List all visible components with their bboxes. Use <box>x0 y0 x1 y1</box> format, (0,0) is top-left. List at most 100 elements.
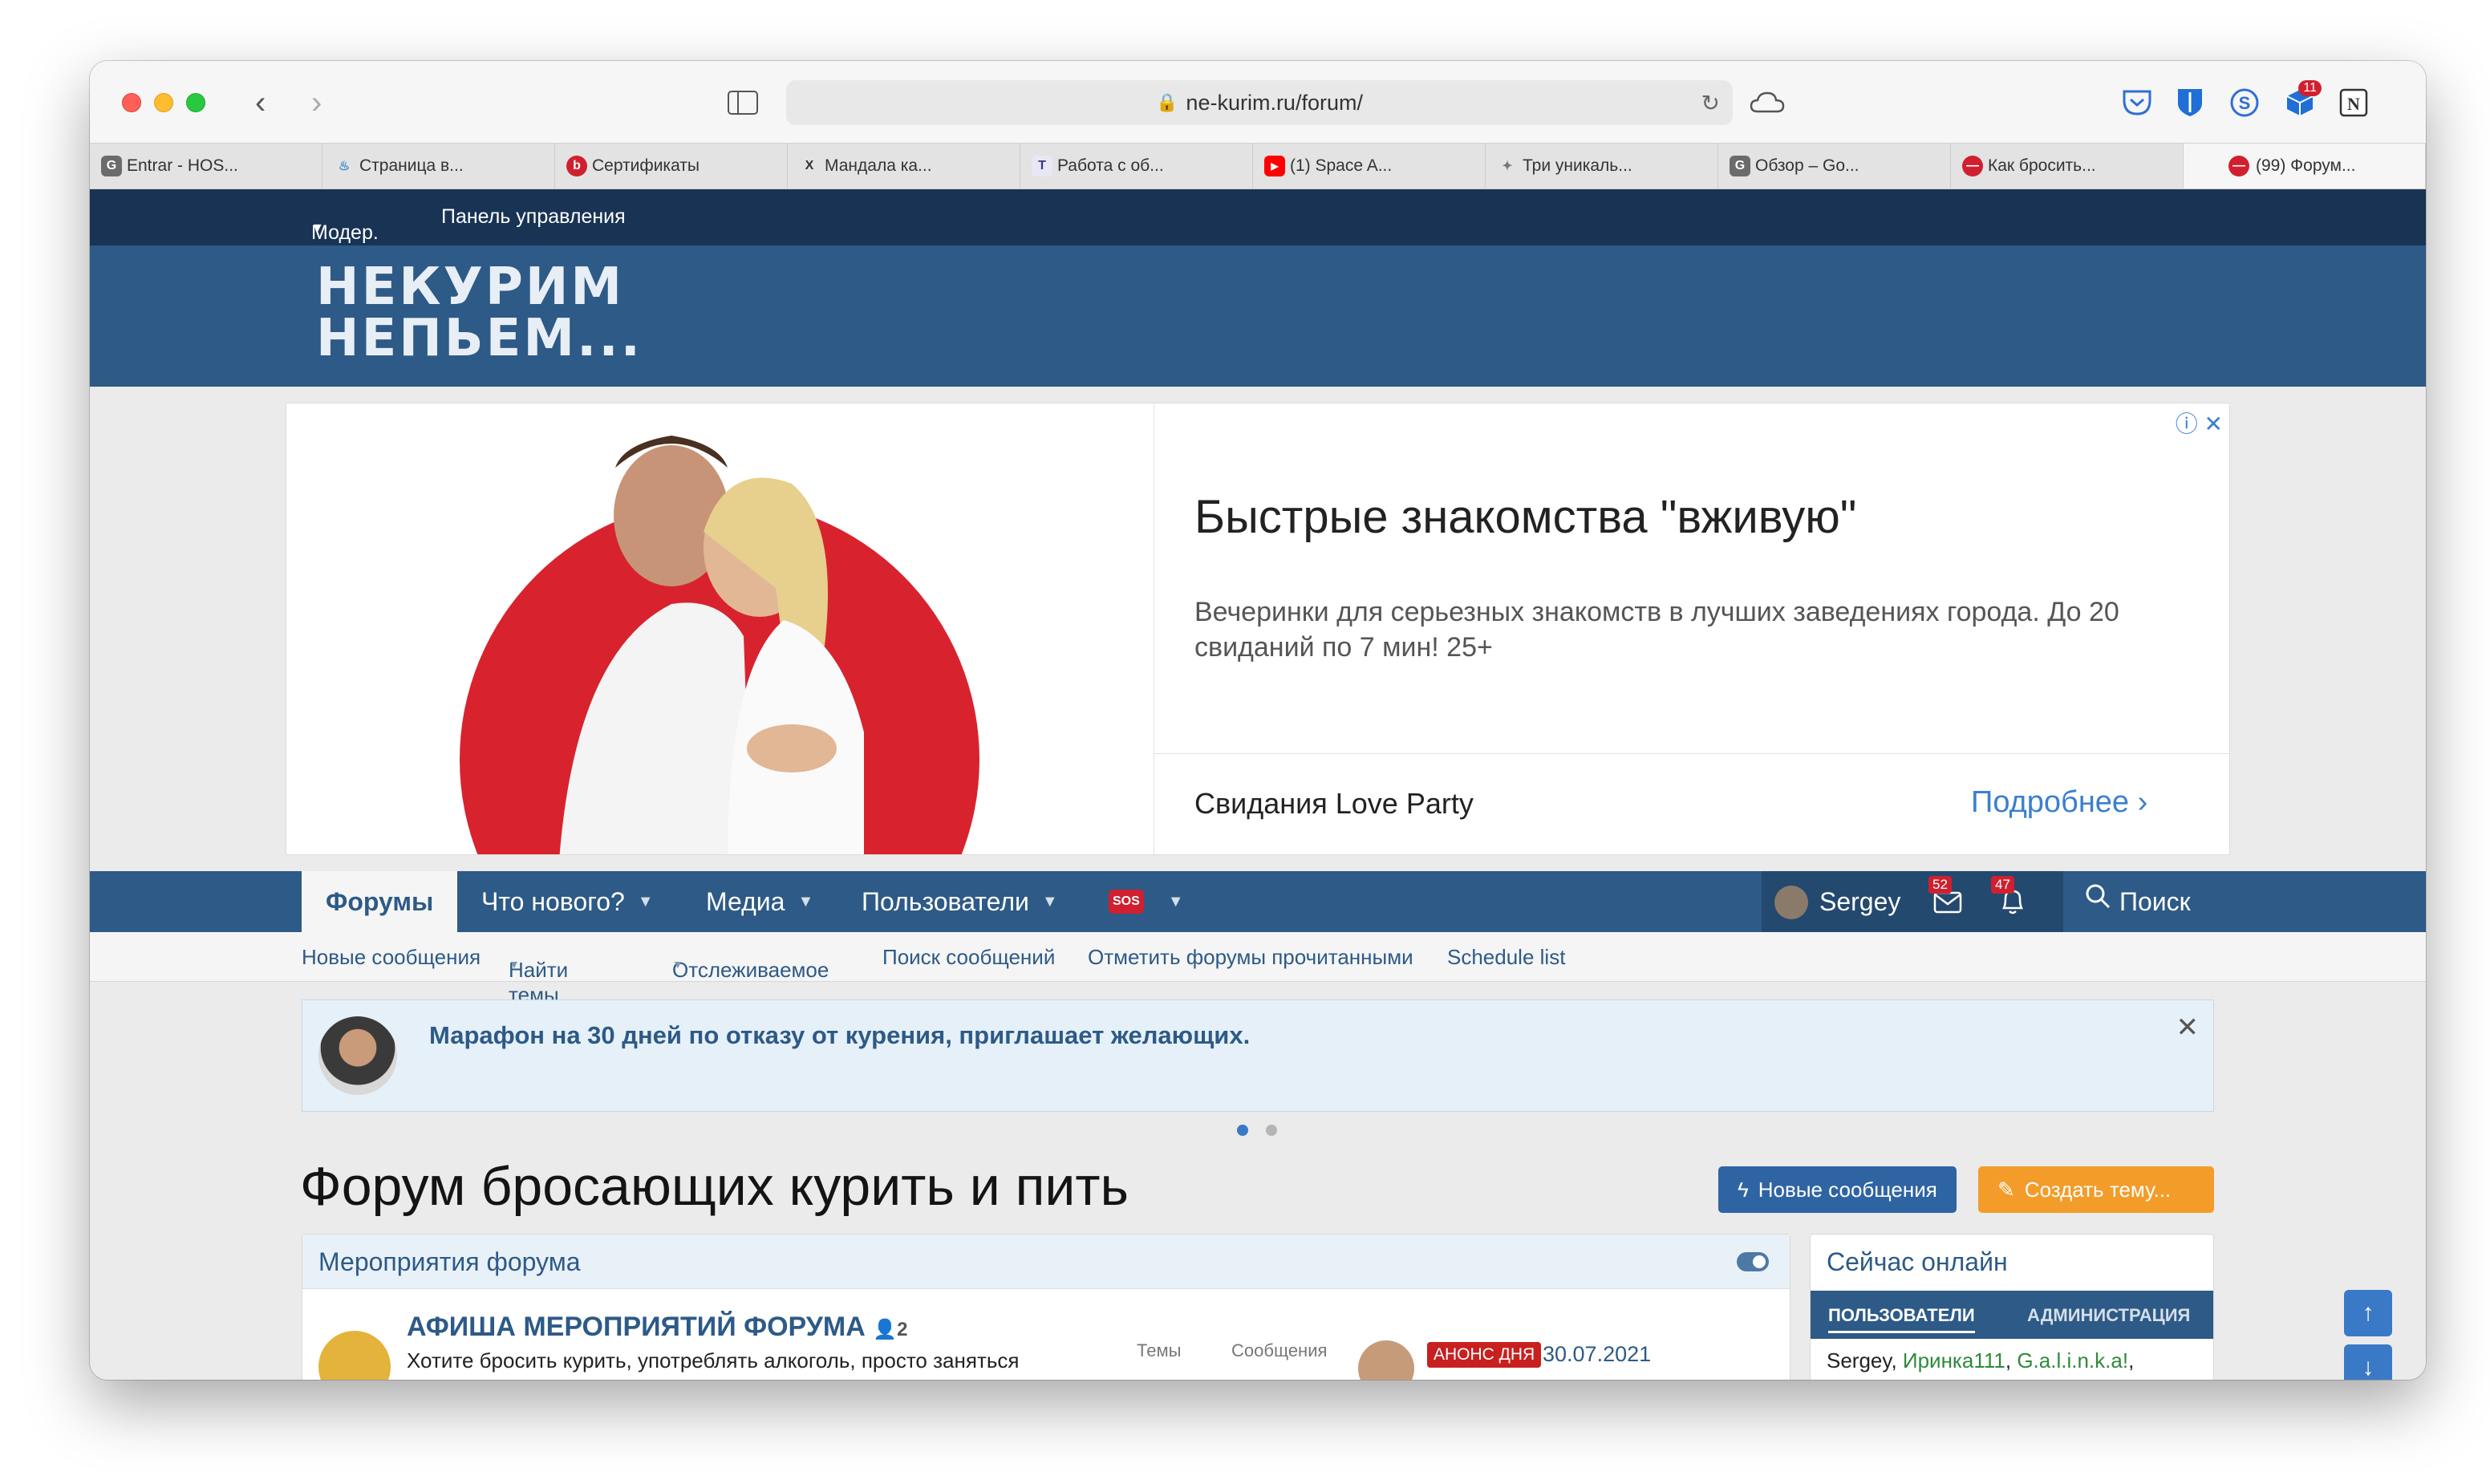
threads-column-label: Темы <box>1137 1340 1182 1360</box>
pager-dot-active[interactable] <box>1237 1125 1248 1136</box>
browser-toolbar: ‹ › 🔒 ne-kurim.ru/forum/ ↻ S 11 N <box>90 61 2426 143</box>
nav-tab-forums[interactable]: Форумы <box>302 871 458 932</box>
account-area: Sergey 52 47 <box>1762 871 2062 932</box>
viewers-icon: 👤 <box>873 1319 898 1340</box>
caret-down-icon[interactable]: ▼ <box>672 958 683 971</box>
sidebar-toggle-icon[interactable] <box>727 85 759 120</box>
subnav-schedule-list[interactable]: Schedule list <box>1447 945 1565 970</box>
back-icon[interactable]: ‹ <box>255 85 266 120</box>
subnav-search-posts[interactable]: Поиск сообщений <box>882 945 1055 970</box>
browser-tab[interactable]: G Entrar - HOS... <box>90 144 322 189</box>
viewers-count: 2 <box>897 1319 908 1340</box>
caret-down-icon[interactable]: ▼ <box>509 958 520 971</box>
skype-s-icon[interactable]: S <box>2227 85 2262 120</box>
browser-tab[interactable]: ♨ Страница в... <box>322 144 555 189</box>
tab-label: (1) Space A... <box>1290 156 1393 175</box>
caret-down-icon[interactable]: ▼ <box>1168 893 1184 911</box>
tab-label: Страница в... <box>359 156 464 175</box>
minimize-window-button[interactable] <box>154 93 173 112</box>
certificate-favicon-icon: b <box>566 156 587 176</box>
new-posts-button[interactable]: ϟ Новые сообщения <box>1718 1166 1957 1213</box>
user-avatar[interactable] <box>1774 886 1808 919</box>
tab-label: Работа с об... <box>1057 156 1164 175</box>
chevron-right-icon: › <box>2137 785 2148 819</box>
notice-avatar <box>318 1016 397 1095</box>
ad-title[interactable]: Быстрые знакомства "вживую" <box>1194 490 1856 544</box>
tab-admin[interactable]: АДМИНИСТРАЦИЯ <box>2027 1305 2190 1326</box>
collapse-toggle[interactable] <box>1737 1252 1769 1271</box>
search-button[interactable]: Поиск <box>2062 871 2214 932</box>
scroll-up-button[interactable]: ↑ <box>2344 1290 2392 1336</box>
nav-tab-users[interactable]: Пользователи ▼ <box>862 871 1058 932</box>
advertisement[interactable]: ⓘ ✕ Быстрые знакомства "вживую" Вечеринк… <box>286 403 2230 855</box>
browser-tab[interactable]: T Работа с об... <box>1020 144 1253 189</box>
tab-label: Обзор – Go... <box>1755 156 1859 175</box>
notion-icon[interactable]: N <box>2336 85 2371 120</box>
ad-info-close-icon[interactable]: ⓘ ✕ <box>2176 407 2223 439</box>
pocket-icon[interactable] <box>2119 85 2155 120</box>
web-page: Модер. ▼ Панель управления НЕКУРИМ НЕПЬЕ… <box>90 189 2426 1380</box>
online-user-list: Sergey, Иринка111, G.a.l.i.n.k.a!, <box>1827 1348 2135 1372</box>
bitwarden-icon[interactable] <box>2172 85 2208 120</box>
ad-more-link[interactable]: Подробнее › <box>1971 785 2147 820</box>
close-icon[interactable]: ✕ <box>2176 1012 2200 1044</box>
url-text: ne-kurim.ru/forum/ <box>1186 90 1363 115</box>
online-title[interactable]: Сейчас онлайн <box>1827 1247 2008 1277</box>
scroll-down-button[interactable]: ↓ <box>2344 1344 2392 1380</box>
notice-text[interactable]: Марафон на 30 дней по отказу от курения,… <box>429 1021 1250 1050</box>
arrow-down-icon: ↓ <box>2362 1354 2374 1380</box>
svg-text:N: N <box>2347 94 2360 114</box>
thread-prefix-badge[interactable]: АНОНС ДНЯ <box>1427 1342 1542 1368</box>
page-title: Форум бросающих курить и пить <box>300 1156 1129 1217</box>
browser-tab[interactable]: b Сертификаты <box>555 144 788 189</box>
forum-gear-icon <box>318 1331 391 1380</box>
online-now-widget: Сейчас онлайн ПОЛЬЗОВАТЕЛИ АДМИНИСТРАЦИЯ… <box>1810 1234 2214 1380</box>
reload-icon[interactable]: ↻ <box>1701 90 1720 116</box>
forum-title-link[interactable]: АФИША МЕРОПРИЯТИЙ ФОРУМА 👤2 <box>407 1312 908 1343</box>
forum-description: Хотите бросить курить, употреблять алког… <box>407 1348 1020 1372</box>
subnav-mark-read[interactable]: Отметить форумы прочитанными <box>1088 945 1413 970</box>
last-post-avatar[interactable] <box>1358 1340 1414 1380</box>
browser-tab[interactable]: — Как бросить... <box>1951 144 2184 189</box>
tab-users[interactable]: ПОЛЬЗОВАТЕЛИ <box>1828 1305 1975 1333</box>
tab-bar: G Entrar - HOS... ♨ Страница в... b Сертифи… <box>90 143 2426 189</box>
google-favicon-icon: G <box>1730 156 1750 176</box>
create-thread-button[interactable]: ✎ Создать тему... <box>1978 1166 2214 1213</box>
close-window-button[interactable] <box>122 93 141 112</box>
cloud-icon[interactable] <box>1747 85 1787 120</box>
ad-brand: Свидания Love Party <box>1194 787 1474 820</box>
bell-icon[interactable]: 47 <box>1991 876 2026 922</box>
site-logo[interactable]: НЕКУРИМ НЕПЬЕМ... <box>316 262 643 364</box>
zoom-window-button[interactable] <box>186 93 205 112</box>
browser-tab[interactable]: ✦ Три уникаль... <box>1486 144 1718 189</box>
caret-down-icon[interactable]: ▼ <box>638 893 654 911</box>
inbox-icon[interactable]: 52 <box>1928 876 1962 920</box>
user-name-link[interactable]: Sergey <box>1819 887 1900 917</box>
ad-image[interactable] <box>286 403 1154 854</box>
nav-tab-sos[interactable]: SOS ▼ <box>1109 871 1184 932</box>
browser-tab[interactable]: ▶ (1) Space A... <box>1253 144 1486 189</box>
nav-tab-whats-new[interactable]: Что нового? ▼ <box>481 871 654 932</box>
inbox-count-badge: 52 <box>1928 876 1952 894</box>
mandala-favicon-icon: X <box>805 159 814 172</box>
caret-down-icon[interactable]: ▼ <box>797 893 813 911</box>
ad-description: Вечеринки для серьезных знакомств в лучш… <box>1194 597 2119 663</box>
admin-panel-link[interactable]: Панель управления <box>441 205 626 229</box>
browser-tab[interactable]: X Мандала ка... <box>788 144 1020 189</box>
cube-extension-icon[interactable]: 11 <box>2280 80 2322 120</box>
category-title[interactable]: Мероприятия форума <box>318 1247 580 1277</box>
tab-label: Как бросить... <box>1988 156 2096 175</box>
last-post-date[interactable]: 30.07.2021 <box>1543 1342 1651 1367</box>
forward-icon[interactable]: › <box>311 85 322 120</box>
address-bar[interactable]: 🔒 ne-kurim.ru/forum/ ↻ <box>786 80 1733 125</box>
browser-tab-active[interactable]: — (99) Форум... <box>2184 144 2426 189</box>
youtube-favicon-icon: ▶ <box>1264 156 1285 176</box>
pager-dot[interactable] <box>1266 1125 1277 1136</box>
subnav-new-posts[interactable]: Новые сообщения <box>302 945 481 970</box>
figure-favicon-icon: ✦ <box>1502 160 1513 173</box>
browser-tab[interactable]: G Обзор – Go... <box>1718 144 1951 189</box>
caret-down-icon[interactable]: ▼ <box>1042 893 1058 911</box>
nav-tab-media[interactable]: Медиа ▼ <box>706 871 813 932</box>
work-favicon-icon: T <box>1032 156 1052 176</box>
caret-down-icon: ▼ <box>311 221 324 235</box>
